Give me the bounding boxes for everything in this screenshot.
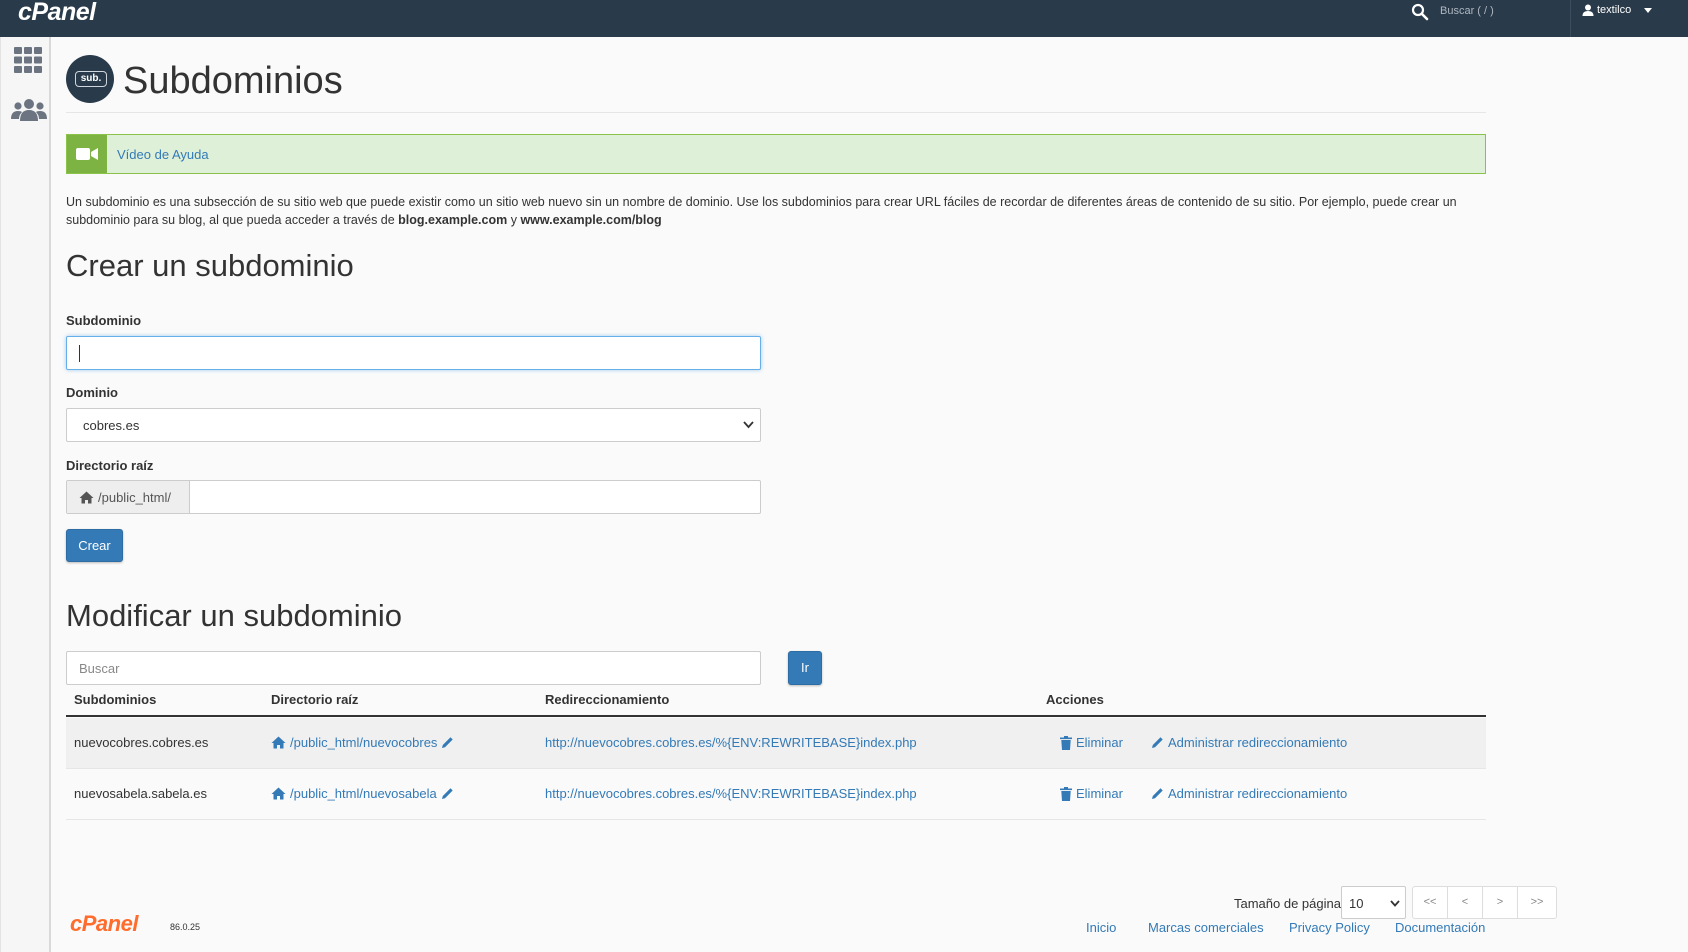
pencil-icon <box>1152 788 1163 799</box>
footer-link-privacy[interactable]: Privacy Policy <box>1289 920 1370 935</box>
description-example-2: www.example.com/blog <box>520 213 662 227</box>
description-example-1: blog.example.com <box>398 213 508 227</box>
row-subdomain: nuevosabela.sabela.es <box>74 786 207 801</box>
page-size-label: Tamaño de página <box>1234 896 1341 911</box>
row-redirect: http://nuevocobres.cobres.es/%{ENV:REWRI… <box>545 735 917 750</box>
column-redirect[interactable]: Redireccionamiento <box>545 692 669 707</box>
top-bar: cPanel Buscar ( / ) textilco <box>0 0 1688 37</box>
previous-page-button[interactable]: < <box>1448 887 1483 918</box>
pencil-icon <box>1152 737 1163 748</box>
column-actions: Acciones <box>1046 692 1104 707</box>
home-icon <box>79 491 94 503</box>
create-button[interactable]: Crear <box>66 529 123 562</box>
row-subdomain: nuevocobres.cobres.es <box>74 735 209 750</box>
first-page-button[interactable]: << <box>1413 887 1448 918</box>
footer-link-home[interactable]: Inicio <box>1086 920 1116 935</box>
delete-link[interactable]: Eliminar <box>1076 786 1123 801</box>
row-delete-action[interactable]: Eliminar <box>1060 735 1123 750</box>
chevron-down-icon <box>1390 900 1400 907</box>
go-button[interactable]: Ir <box>788 651 822 685</box>
root-directory-link[interactable]: /public_html/nuevocobres <box>290 735 437 750</box>
home-icon <box>271 787 286 800</box>
apps-grid-icon[interactable] <box>14 47 42 73</box>
domain-label: Dominio <box>66 385 118 400</box>
page-header: sub. Subdominios <box>66 55 1486 113</box>
delete-link[interactable]: Eliminar <box>1076 735 1123 750</box>
row-manage-action[interactable]: Administrar redireccionamiento <box>1151 786 1347 801</box>
root-directory-input[interactable] <box>191 481 760 513</box>
chevron-down-icon <box>743 421 754 429</box>
help-video-link[interactable]: Vídeo de Ayuda <box>117 147 209 162</box>
cpanel-logo[interactable]: cPanel <box>18 0 96 26</box>
root-directory-label: Directorio raíz <box>66 458 154 473</box>
topbar-divider <box>1570 0 1571 37</box>
domain-select[interactable]: cobres.es <box>66 408 761 442</box>
domain-selected-value: cobres.es <box>83 418 140 433</box>
footer-link-documentation[interactable]: Documentación <box>1395 920 1485 935</box>
pencil-icon[interactable] <box>441 736 454 749</box>
user-icon <box>1582 4 1594 16</box>
subdomains-app-icon: sub. <box>66 55 114 103</box>
redirect-link[interactable]: http://nuevocobres.cobres.es/%{ENV:REWRI… <box>545 735 917 750</box>
footer-version: 86.0.25 <box>170 922 201 932</box>
subdomains-icon-label: sub. <box>75 71 107 87</box>
username: textilco <box>1597 4 1632 16</box>
pencil-icon[interactable] <box>441 787 454 800</box>
root-directory-prefix: /public_html/ <box>67 481 190 513</box>
page-size-value: 10 <box>1349 896 1364 911</box>
next-page-button[interactable]: > <box>1483 887 1518 918</box>
description-text: Un subdominio es una subsección de su si… <box>66 195 1457 227</box>
manage-redirect-link[interactable]: Administrar redireccionamiento <box>1168 786 1347 801</box>
chevron-down-icon <box>1644 7 1653 13</box>
column-root-directory[interactable]: Directorio raíz <box>271 692 358 707</box>
table-row: nuevosabela.sabela.es /public_html/nuevo… <box>66 769 1486 820</box>
users-icon[interactable] <box>11 97 47 123</box>
row-delete-action[interactable]: Eliminar <box>1060 786 1123 801</box>
subdomain-label: Subdominio <box>66 313 142 328</box>
pagination: Tamaño de página 10 << < > >> <box>1166 886 1557 920</box>
pager-buttons: << < > >> <box>1412 886 1557 919</box>
sidebar <box>0 37 51 952</box>
modify-section-title: Modificar un subdominio <box>66 598 403 633</box>
row-manage-action[interactable]: Administrar redireccionamiento <box>1151 735 1347 750</box>
subdomain-search-input[interactable]: Buscar <box>66 651 761 685</box>
row-redirect: http://nuevocobres.cobres.es/%{ENV:REWRI… <box>545 786 917 801</box>
row-root-directory: /public_html/nuevocobres <box>271 735 454 750</box>
text-caret <box>79 345 80 362</box>
page-description: Un subdominio es una subsección de su si… <box>66 193 1486 229</box>
root-directory-group: /public_html/ <box>66 480 761 514</box>
manage-redirect-link[interactable]: Administrar redireccionamiento <box>1168 735 1347 750</box>
global-search-input[interactable]: Buscar ( / ) <box>1440 4 1494 18</box>
column-subdomains[interactable]: Subdominios <box>74 692 156 707</box>
search-placeholder: Buscar <box>79 661 120 676</box>
root-directory-link[interactable]: /public_html/nuevosabela <box>290 786 437 801</box>
page-title: Subdominios <box>123 60 343 102</box>
trash-icon <box>1060 735 1072 750</box>
row-root-directory: /public_html/nuevosabela <box>271 786 454 801</box>
create-section-title: Crear un subdominio <box>66 248 354 283</box>
table-row: nuevocobres.cobres.es /public_html/nuevo… <box>66 718 1486 769</box>
home-icon <box>271 736 286 749</box>
search-icon[interactable] <box>1411 3 1429 21</box>
trash-icon <box>1060 786 1072 801</box>
root-prefix-text: /public_html/ <box>98 489 171 505</box>
video-camera-icon <box>67 135 107 173</box>
footer-link-trademarks[interactable]: Marcas comerciales <box>1148 920 1264 935</box>
table-header: Subdominios Directorio raíz Redirecciona… <box>66 681 1486 717</box>
subdomain-input[interactable] <box>66 336 761 370</box>
help-video-banner: Vídeo de Ayuda <box>66 134 1486 174</box>
user-menu[interactable]: textilco <box>1582 3 1653 17</box>
redirect-link[interactable]: http://nuevocobres.cobres.es/%{ENV:REWRI… <box>545 786 917 801</box>
footer-cpanel-logo[interactable]: cPanel <box>70 911 138 937</box>
description-and: y <box>507 213 521 227</box>
last-page-button[interactable]: >> <box>1518 887 1556 918</box>
page-size-select[interactable]: 10 <box>1341 886 1406 919</box>
